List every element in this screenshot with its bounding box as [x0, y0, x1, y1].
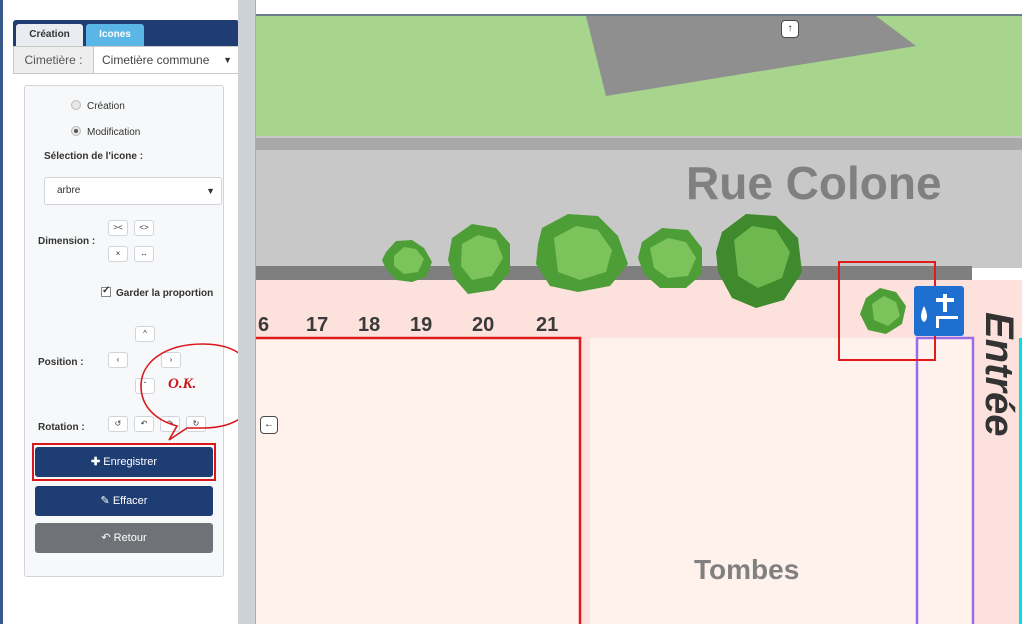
undo-icon: ↶ — [101, 532, 111, 544]
plot-number: 20 — [472, 314, 495, 336]
mode-modification-label: Modification — [87, 127, 141, 138]
map-canvas[interactable]: ↑ ← Rue Colone 6 17 18 19 20 21 Tombes E… — [256, 14, 1022, 624]
plot-number: 21 — [536, 314, 559, 336]
shrink-height-button[interactable]: × — [108, 246, 128, 262]
arrow-up-icon[interactable]: ↑ — [781, 20, 799, 38]
plot-number: 18 — [358, 314, 381, 336]
plot-number: 19 — [410, 314, 433, 336]
mode-creation-option[interactable]: Création — [71, 100, 125, 114]
water-tap-icon — [914, 286, 964, 336]
plot-number: 6 — [258, 314, 270, 336]
move-left-button[interactable]: ‹ — [108, 352, 128, 368]
mode-modification-option[interactable]: Modification — [71, 126, 140, 140]
entrance-lane — [915, 336, 975, 624]
street-name: Rue Colone — [686, 157, 942, 209]
arrow-left-icon[interactable]: ← — [260, 416, 278, 434]
save-button[interactable]: ✚ Enregistrer — [35, 447, 213, 477]
cimetiere-select[interactable]: Cimetière : Cimetière commune ▼ — [13, 46, 239, 74]
cimetiere-value[interactable]: Cimetière commune — [102, 47, 227, 73]
cimetiere-label: Cimetière : — [14, 47, 94, 73]
road-curb-top — [256, 138, 1022, 150]
selection-label: Sélection de l'icone : — [44, 151, 144, 162]
brush-icon: ✎ — [100, 495, 110, 507]
save-label: Enregistrer — [103, 456, 158, 468]
position-label: Position : — [38, 357, 84, 368]
radio-modification[interactable] — [71, 126, 81, 136]
rotation-label: Rotation : — [38, 422, 85, 433]
clear-label: Effacer — [112, 495, 148, 507]
grow-height-button[interactable]: ↔ — [134, 246, 154, 262]
plus-icon: ✚ — [90, 456, 101, 468]
mode-creation-label: Création — [87, 101, 125, 112]
entree-label: Entrée — [977, 312, 1021, 437]
keep-proportion-label: Garder la proportion — [116, 288, 214, 299]
back-label: Retour — [113, 532, 147, 544]
chevron-down-icon: ▼ — [206, 186, 215, 196]
radio-creation[interactable] — [71, 100, 81, 110]
plot-left — [256, 336, 582, 624]
dimension-label: Dimension : — [38, 236, 96, 247]
chevron-down-icon[interactable]: ▼ — [223, 47, 232, 73]
tab-creation[interactable]: Création — [16, 24, 83, 46]
app: Création Icones Cimetière : Cimetière co… — [0, 0, 1022, 624]
shrink-width-button[interactable]: >< — [108, 220, 128, 236]
clear-button[interactable]: ✎ Effacer — [35, 486, 213, 516]
grow-width-button[interactable]: <> — [134, 220, 154, 236]
icon-select-value: arbre — [57, 185, 81, 196]
keep-proportion-option[interactable]: Garder la proportion — [101, 285, 214, 299]
icon-select[interactable]: arbre ▼ — [44, 177, 222, 205]
sidebar: Création Icones Cimetière : Cimetière co… — [0, 0, 258, 624]
panel-divider[interactable] — [238, 0, 256, 624]
back-button[interactable]: ↶ Retour — [35, 523, 213, 553]
icon-edit-panel: Création Modification Sélection de l'ico… — [24, 85, 224, 577]
sidebar-tabs: Création Icones — [13, 20, 239, 46]
tab-icones[interactable]: Icones — [86, 24, 144, 46]
plot-number: 17 — [306, 314, 329, 336]
keep-proportion-checkbox[interactable] — [101, 285, 111, 297]
annotation-text: O.K. — [168, 376, 197, 392]
tombes-label: Tombes — [694, 554, 800, 585]
rotate-left-large-button[interactable]: ↺ — [108, 416, 128, 432]
